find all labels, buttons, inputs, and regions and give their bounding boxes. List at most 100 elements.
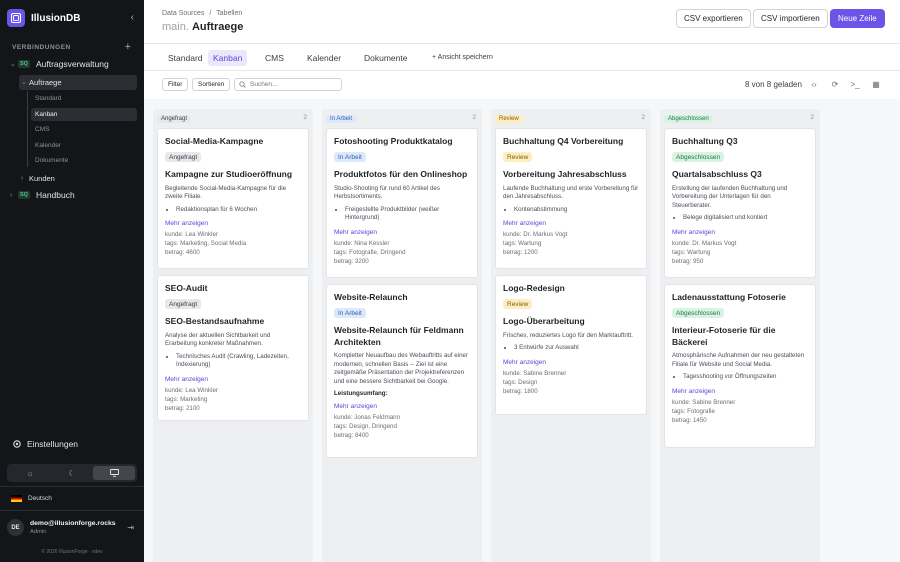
tab-kalender[interactable]: Kalender [302, 50, 346, 66]
kanban-column-angefragt: Angefragt 2 Social-Media-Kampagne Angefr… [153, 109, 313, 562]
card-list: Tagesshooting vor Öffnungszeiten [672, 373, 808, 382]
connection-label: Auftragsverwaltung [35, 59, 109, 69]
breadcrumb-data-sources[interactable]: Data Sources [162, 10, 204, 17]
tab-kanban[interactable]: Kanban [208, 50, 248, 66]
tab-standard[interactable]: Standard [163, 50, 208, 66]
meta-amount: betrag: 3200 [334, 257, 369, 265]
status-badge: Abgeschlossen [672, 152, 725, 162]
column-status-badge: Review [495, 115, 523, 123]
new-row-button[interactable]: Neue Zeile [830, 9, 885, 28]
status-badge: Angefragt [165, 152, 202, 162]
breadcrumb-tabellen[interactable]: Tabellen [216, 10, 242, 17]
meta-customer: kunde: Nina Kessler [334, 239, 390, 247]
sqlite-badge: SQ [18, 191, 30, 199]
logout-icon[interactable]: ⇥ [127, 523, 134, 532]
connection-auftragsverwaltung[interactable]: ⌄ SQ Auftragsverwaltung [10, 57, 109, 71]
show-more-link[interactable]: Mehr anzeigen [672, 388, 808, 395]
kanban-card[interactable]: Website-Relaunch In Arbeit Website-Relau… [326, 284, 478, 458]
user-profile[interactable]: DE demo@illusionforge.rocks Admin [7, 519, 116, 536]
show-more-link[interactable]: Mehr anzeigen [503, 220, 639, 227]
show-more-link[interactable]: Mehr anzeigen [334, 403, 470, 410]
kanban-card[interactable]: Buchhaltung Q4 Vorbereitung Review Vorbe… [495, 128, 647, 269]
meta-amount: betrag: 2100 [165, 404, 200, 412]
table-label: Auftraege [29, 77, 62, 87]
kanban-card[interactable]: Fotoshooting Produktkatalog In Arbeit Pr… [326, 128, 478, 278]
column-header: Angefragt 2 [157, 113, 309, 124]
list-item: Redaktionsplan für 6 Wochen [176, 206, 301, 215]
kanban-card[interactable]: Logo-Redesign Review Logo-Überarbeitung … [495, 275, 647, 415]
card-meta: kunde: Jonas Feldmann tags: Design, Drin… [334, 413, 470, 440]
collapse-sidebar-icon[interactable]: ‹ [131, 12, 134, 23]
sort-button[interactable]: Sortieren [192, 78, 231, 91]
card-meta: kunde: Sabine Brenner tags: Fotografie b… [672, 398, 808, 425]
terminal-icon[interactable]: >_ [850, 79, 860, 89]
kanban-card[interactable]: SEO-Audit Angefragt SEO-Bestandsaufnahme… [157, 275, 309, 421]
dark-theme-button[interactable]: ☾ [51, 466, 93, 480]
table-view-icon[interactable]: ▦ [871, 79, 881, 89]
tab-dokumente[interactable]: Dokumente [359, 50, 412, 66]
connection-handbuch[interactable]: › SQ Handbuch [10, 188, 75, 202]
language-label: Deutsch [28, 495, 52, 502]
chevron-right-icon: › [10, 191, 13, 199]
settings-label: Einstellungen [27, 439, 79, 449]
light-theme-button[interactable]: ☼ [9, 466, 51, 480]
meta-customer: kunde: Sabine Brenner [672, 398, 736, 406]
status-badge: Angefragt [165, 299, 202, 309]
kanban-card[interactable]: Buchhaltung Q3 Abgeschlossen Quartalsabs… [664, 128, 816, 278]
tab-cms[interactable]: CMS [260, 50, 289, 66]
card-title: Ladenausstattung Fotoserie [672, 292, 786, 302]
connections-label: VERBINDUNGEN [12, 44, 71, 51]
show-more-link[interactable]: Mehr anzeigen [165, 220, 301, 227]
card-description: Frisches, reduziertes Logo für den Markt… [503, 331, 633, 339]
refresh-icon[interactable]: ⟳ [830, 79, 840, 89]
status-badge: Review [503, 299, 533, 309]
card-heading: Interieur-Fotoserie für die Bäckerei [672, 325, 776, 347]
meta-tags: tags: Wartung [503, 240, 542, 247]
show-more-link[interactable]: Mehr anzeigen [672, 229, 808, 236]
card-description: Begleitende Social-Media-Kampagne für di… [165, 184, 287, 201]
table-kunden[interactable]: › Kunden [21, 171, 55, 185]
code-icon[interactable]: ‹› [809, 79, 819, 89]
meta-amount: betrag: 1800 [503, 387, 538, 395]
settings-link[interactable]: Einstellungen [12, 439, 78, 449]
card-title: Buchhaltung Q3 [672, 136, 738, 146]
monitor-icon [109, 469, 119, 477]
app-name: IllusionDB [31, 12, 81, 24]
csv-export-button[interactable]: CSV exportieren [676, 9, 751, 28]
column-header: Abgeschlossen 2 [664, 113, 816, 124]
kanban-card[interactable]: Social-Media-Kampagne Angefragt Kampagne… [157, 128, 309, 269]
show-more-link[interactable]: Mehr anzeigen [165, 376, 301, 383]
meta-amount: betrag: 1450 [672, 416, 707, 424]
card-list: Kontenabstimmung [503, 206, 639, 215]
copyright: © 2026 IllusionForge · vdev [41, 549, 103, 555]
filter-button[interactable]: Filter [162, 78, 189, 91]
language-selector[interactable]: Deutsch [11, 495, 52, 502]
view-cms[interactable]: CMS [35, 126, 49, 133]
card-title: SEO-Audit [165, 283, 208, 293]
view-kalender[interactable]: Kalender [35, 142, 61, 149]
add-connection-icon[interactable]: + [125, 41, 131, 53]
column-status-badge: In Arbeit [326, 115, 357, 123]
system-theme-button[interactable] [93, 466, 135, 480]
card-heading: Vorbereitung Jahresabschluss [503, 169, 627, 179]
save-view-button[interactable]: + Ansicht speichern [427, 50, 498, 66]
card-description: Laufende Buchhaltung und erste Vorbereit… [503, 184, 639, 201]
csv-import-button[interactable]: CSV importieren [753, 9, 828, 28]
card-list: Belege digitalisiert und kontiert [672, 214, 808, 223]
app-logo-icon [7, 9, 25, 27]
view-dokumente[interactable]: Dokumente [35, 157, 68, 164]
table-auftraege[interactable]: ⌄ Auftraege [21, 75, 62, 89]
show-more-link[interactable]: Mehr anzeigen [503, 359, 639, 366]
search-input[interactable] [250, 81, 340, 88]
meta-customer: kunde: Dr. Markus Vogt [503, 231, 568, 238]
table-label: Kunden [29, 173, 55, 183]
view-standard[interactable]: Standard [35, 95, 61, 102]
breadcrumb-separator: / [209, 10, 212, 17]
kanban-card[interactable]: Ladenausstattung Fotoserie Abgeschlossen… [664, 284, 816, 448]
chevron-right-icon: › [21, 174, 24, 182]
view-kanban[interactable]: Kanban [31, 108, 137, 121]
card-list: Technisches Audit (Crawling, Ladezeiten,… [165, 353, 301, 370]
brand[interactable]: IllusionDB [7, 9, 80, 27]
show-more-link[interactable]: Mehr anzeigen [334, 229, 470, 236]
meta-tags: tags: Fotografie [672, 407, 715, 415]
